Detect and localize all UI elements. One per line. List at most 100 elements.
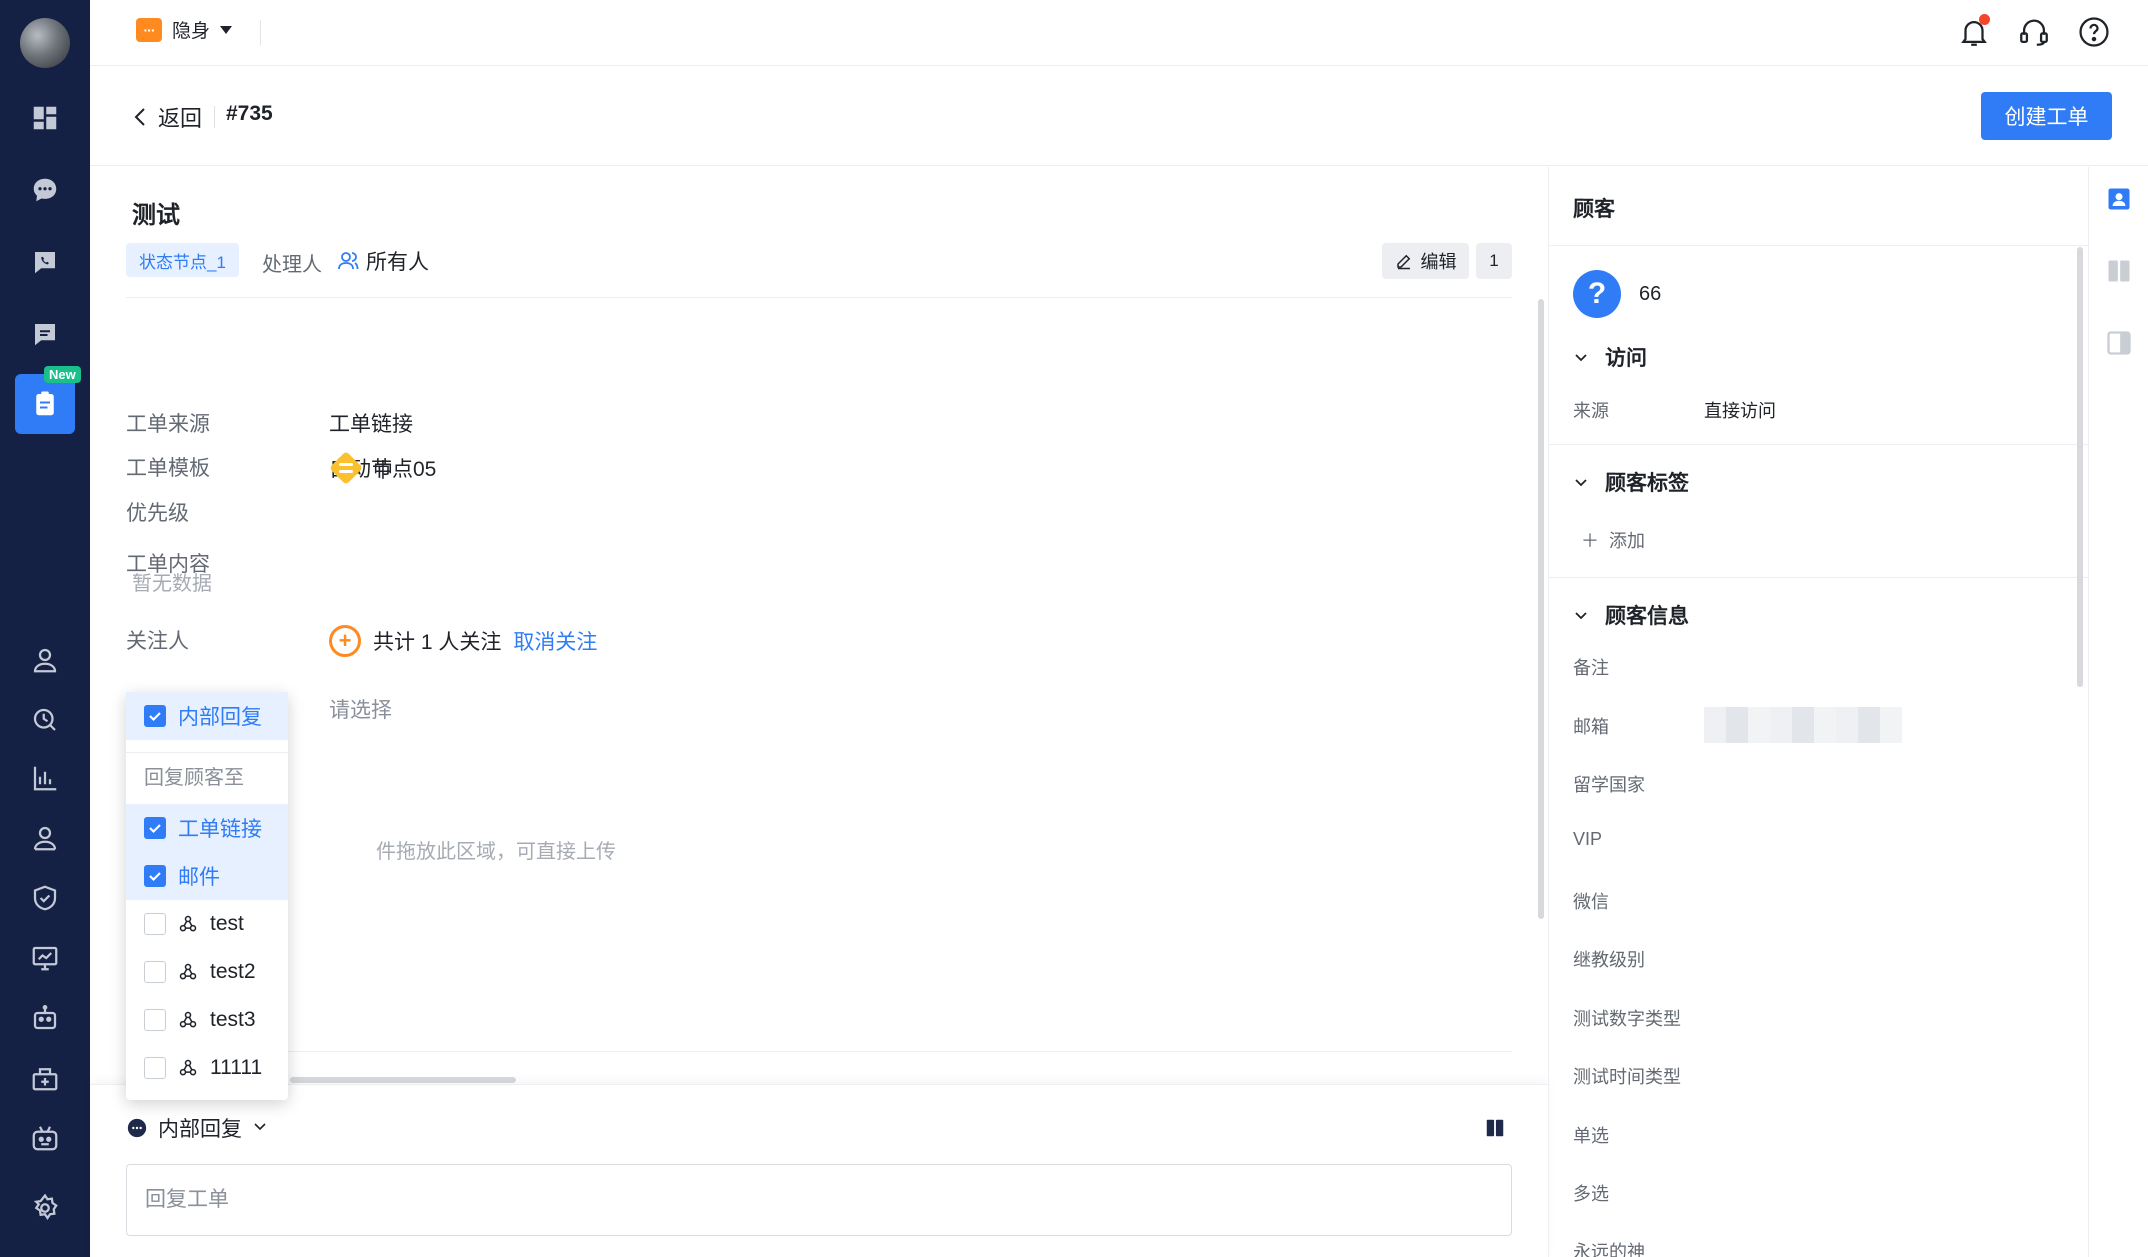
internal-reply-option[interactable]: 内部回复 xyxy=(126,692,288,740)
state-tag[interactable]: 状态节点_1 xyxy=(126,243,239,277)
followers-count: 共计 1 人关注 xyxy=(373,631,502,654)
ticket-icon[interactable] xyxy=(15,374,75,434)
create-ticket-button[interactable]: 创建工单 xyxy=(1981,92,2112,140)
priority-display[interactable]: 中 xyxy=(329,451,393,485)
ticket-title: 测试 xyxy=(132,202,180,229)
checkbox-unchecked[interactable] xyxy=(144,961,166,983)
apps-icon[interactable] xyxy=(25,1058,65,1098)
option-11111[interactable]: 11111 xyxy=(126,1044,288,1092)
main-scrollbar[interactable] xyxy=(1538,299,1544,919)
settings-icon[interactable] xyxy=(25,1188,65,1228)
info-field-email: 邮箱 xyxy=(1573,717,1609,737)
panel-scrollbar[interactable] xyxy=(2077,247,2083,687)
monitor-icon[interactable] xyxy=(25,938,65,978)
reply-input[interactable] xyxy=(126,1164,1512,1236)
checkbox-unchecked[interactable] xyxy=(144,1009,166,1031)
checkbox-unchecked[interactable] xyxy=(144,913,166,935)
tags-section-header[interactable]: 顾客标签 xyxy=(1573,467,1689,497)
info-field-single-select: 单选 xyxy=(1573,1126,1609,1146)
reply-mode-selector[interactable]: 内部回复 xyxy=(126,1113,268,1143)
bar-chart-icon[interactable] xyxy=(25,758,65,798)
panel-divider xyxy=(1549,245,2089,246)
help-icon[interactable] xyxy=(2074,12,2114,52)
option-label: test2 xyxy=(210,960,256,983)
checkbox-checked[interactable] xyxy=(144,705,166,727)
webhook-icon xyxy=(179,915,197,932)
book-icon[interactable] xyxy=(2105,257,2133,285)
back-button[interactable]: 返回 xyxy=(130,101,202,133)
right-rail xyxy=(2088,167,2148,1257)
edit-label: 编辑 xyxy=(1420,252,1457,272)
customer-avatar: ? xyxy=(1573,270,1621,318)
panel-divider xyxy=(1549,577,2089,578)
add-tag-button[interactable]: ＋ 添加 xyxy=(1581,527,1645,553)
customer-panel: 顾客 ? 66 访问 来源 直接访问 顾客标签 ＋ 添加 顾客信息 备注 邮箱 … xyxy=(1548,167,2089,1257)
horizontal-scrollbar[interactable] xyxy=(290,1077,516,1083)
status-selector[interactable]: ··· 隐身 xyxy=(136,16,233,43)
option-test3[interactable]: test3 xyxy=(126,996,288,1044)
caret-down-icon xyxy=(220,25,233,34)
customer-card-icon[interactable] xyxy=(2105,185,2133,213)
status-chat-icon: ··· xyxy=(136,17,162,42)
option-test2[interactable]: test2 xyxy=(126,948,288,996)
topbar: ··· 隐身 xyxy=(90,0,2148,66)
reply-target-dropdown: 内部回复 回复顾客至 工单链接 邮件 test test2 test3 1111… xyxy=(126,692,288,1100)
knowledge-book-icon[interactable] xyxy=(1484,1117,1506,1139)
chevron-down-icon xyxy=(1575,354,1587,362)
info-section-header[interactable]: 顾客信息 xyxy=(1573,600,1689,630)
chevron-down-icon xyxy=(252,1116,268,1140)
followers-label: 关注人 xyxy=(126,630,189,653)
search-time-icon[interactable] xyxy=(25,700,65,740)
add-tag-label: 添加 xyxy=(1609,531,1645,551)
option-email[interactable]: 邮件 xyxy=(126,852,288,900)
shield-icon[interactable] xyxy=(25,878,65,918)
option-ticket-link[interactable]: 工单链接 xyxy=(126,804,288,852)
info-field-number-type: 测试数字类型 xyxy=(1573,1009,1681,1029)
webhook-icon xyxy=(179,963,197,980)
dashboard-icon[interactable] xyxy=(25,98,65,138)
visit-section-header[interactable]: 访问 xyxy=(1573,342,1647,372)
team-icon[interactable] xyxy=(25,818,65,858)
message-icon[interactable] xyxy=(25,314,65,354)
priority-text: 中 xyxy=(373,459,393,482)
user-icon[interactable] xyxy=(25,640,65,680)
panel-toggle-icon[interactable] xyxy=(2105,329,2133,357)
add-follower-icon[interactable]: + xyxy=(329,625,361,657)
option-label: 工单链接 xyxy=(178,818,262,841)
phone-icon[interactable] xyxy=(25,242,65,282)
checkbox-checked[interactable] xyxy=(144,865,166,887)
option-label: test xyxy=(210,912,244,935)
unfollow-link[interactable]: 取消关注 xyxy=(513,626,597,656)
avatar[interactable] xyxy=(20,18,70,68)
webhook-icon xyxy=(179,1011,197,1028)
headset-icon[interactable] xyxy=(2014,12,2054,52)
info-field-remark: 备注 xyxy=(1573,658,1609,678)
edit-button[interactable]: 编辑 xyxy=(1382,243,1469,279)
pencil-icon xyxy=(1396,254,1410,270)
checkbox-checked[interactable] xyxy=(144,817,166,839)
option-test[interactable]: test xyxy=(126,900,288,948)
bot-icon[interactable] xyxy=(25,1118,65,1158)
chevron-down-icon xyxy=(1575,479,1587,487)
reply-area: 内部回复 xyxy=(90,1084,1548,1257)
internal-chat-icon xyxy=(127,1118,147,1138)
upload-hint[interactable]: 件拖放此区域，可直接上传 xyxy=(376,835,616,864)
handler-value[interactable]: 所有人 xyxy=(336,246,429,276)
chat-icon[interactable] xyxy=(25,170,65,210)
header-divider xyxy=(214,106,215,128)
content-empty: 暂无数据 xyxy=(132,573,212,595)
source-label: 工单来源 xyxy=(126,413,210,436)
ticket-number: #735 xyxy=(226,102,273,125)
count-button[interactable]: 1 xyxy=(1476,243,1512,279)
info-field-wechat: 微信 xyxy=(1573,892,1609,912)
robot-icon[interactable] xyxy=(25,998,65,1038)
bell-icon[interactable] xyxy=(1954,12,1994,52)
visit-source-value: 直接访问 xyxy=(1704,401,1776,421)
notification-dot xyxy=(1979,14,1990,25)
info-field-multi-select: 多选 xyxy=(1573,1184,1609,1204)
checkbox-unchecked[interactable] xyxy=(144,1057,166,1079)
select-field[interactable]: 请选择 xyxy=(329,694,392,724)
info-field-country: 留学国家 xyxy=(1573,775,1645,795)
people-icon xyxy=(338,252,359,270)
handler-value-text: 所有人 xyxy=(366,251,429,274)
